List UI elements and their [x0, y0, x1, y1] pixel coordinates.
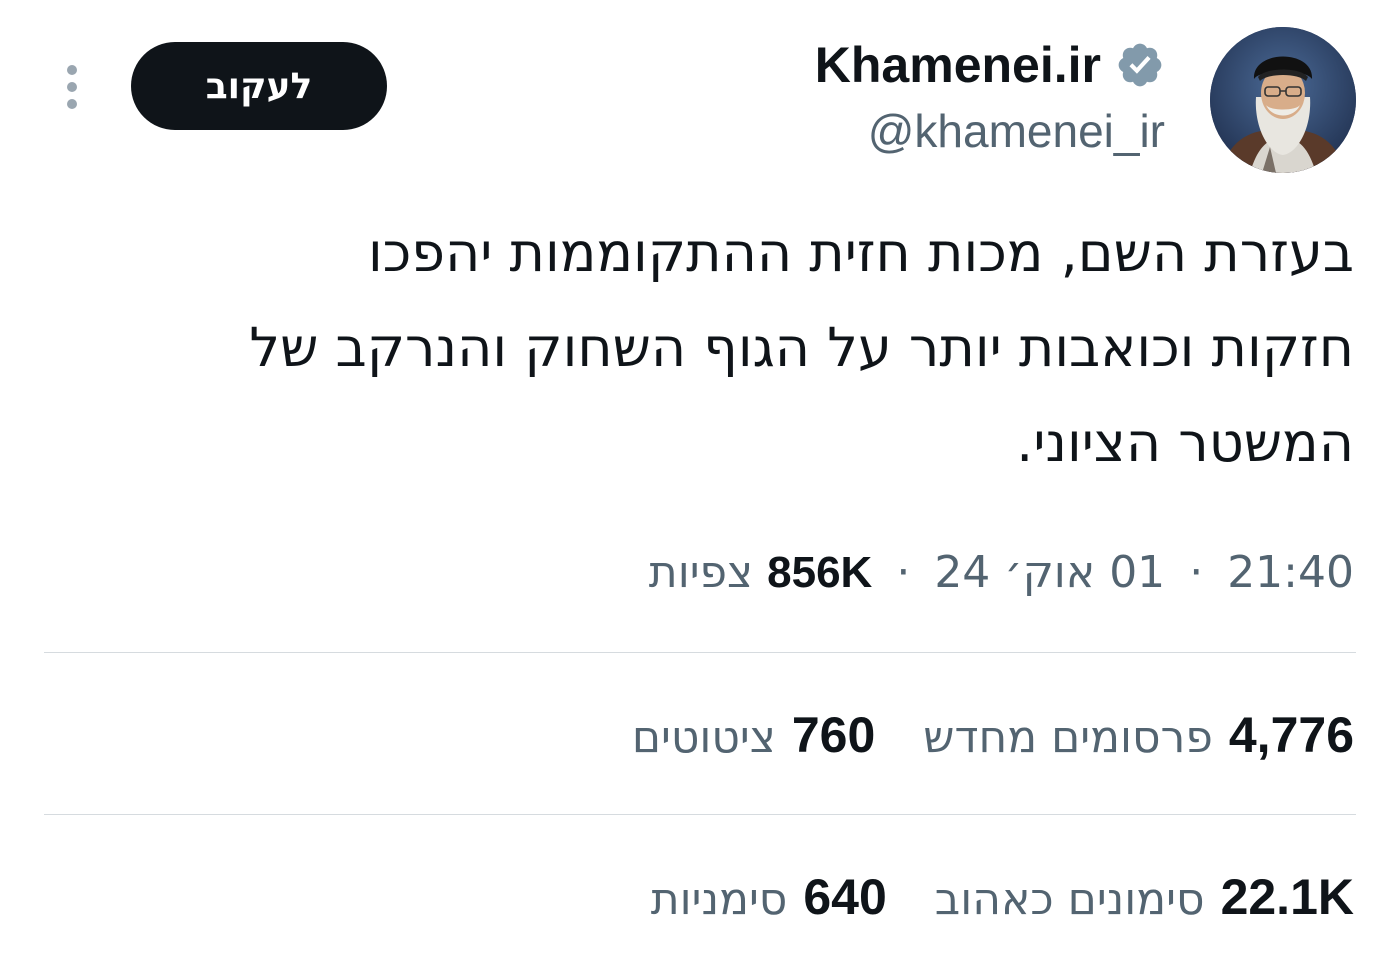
views-count: 856K	[767, 548, 873, 597]
tweet-text: בעזרת השם, מכות חזית ההתקוממות יהפכו חזק…	[64, 205, 1354, 490]
stats-row-reposts-quotes: 4,776 פרסומים מחדש 760 ציטוטים	[632, 700, 1354, 770]
quotes-stat[interactable]: 760 ציטוטים	[632, 700, 875, 770]
likes-label: סימונים כאהוב	[934, 874, 1205, 925]
reposts-label: פרסומים מחדש	[923, 712, 1213, 763]
tweet-date[interactable]: 01 אוק׳ 24	[934, 547, 1165, 598]
quotes-count: 760	[791, 707, 876, 763]
tweet-detail: לעקוב Khamenei.ir @khamenei_ir בעזרת השם…	[0, 0, 1400, 970]
avatar-photo	[1210, 27, 1356, 173]
tweet-meta: 21:40 · 01 אוק׳ 24 · 856K צפיות	[649, 540, 1354, 606]
verified-badge-icon[interactable]	[1115, 40, 1165, 90]
avatar[interactable]	[1210, 27, 1356, 173]
meta-separator: ·	[1189, 547, 1204, 598]
tweet-line: בעזרת השם, מכות חזית ההתקוממות יהפכו	[367, 221, 1354, 284]
reposts-stat[interactable]: 4,776 פרסומים מחדש	[923, 700, 1354, 770]
divider	[44, 652, 1356, 653]
author-display-name[interactable]: Khamenei.ir	[815, 36, 1101, 94]
divider	[44, 814, 1356, 815]
tweet-line: חזקות וכואבות יותר על הגוף השחוק והנרקב …	[249, 316, 1354, 379]
stats-row-likes-bookmarks: 22.1K סימונים כאהוב 640 סימניות	[651, 862, 1354, 932]
bookmarks-stat[interactable]: 640 סימניות	[651, 862, 887, 932]
bookmarks-label: סימניות	[650, 874, 788, 925]
follow-button[interactable]: לעקוב	[131, 42, 387, 130]
author-info: Khamenei.ir @khamenei_ir	[815, 30, 1165, 158]
tweet-line: המשטר הציוני.	[1016, 411, 1354, 474]
likes-count: 22.1K	[1220, 869, 1354, 925]
author-name-row: Khamenei.ir	[815, 30, 1165, 100]
author-handle[interactable]: @khamenei_ir	[815, 104, 1165, 158]
quotes-label: ציטוטים	[631, 712, 776, 763]
likes-stat[interactable]: 22.1K סימונים כאהוב	[935, 862, 1354, 932]
meta-separator: ·	[896, 547, 911, 598]
reposts-count: 4,776	[1228, 707, 1354, 763]
tweet-time[interactable]: 21:40	[1227, 547, 1354, 598]
bookmarks-count: 640	[803, 869, 887, 925]
more-vertical-icon[interactable]	[56, 62, 88, 112]
views-label: צפיות	[648, 547, 754, 598]
